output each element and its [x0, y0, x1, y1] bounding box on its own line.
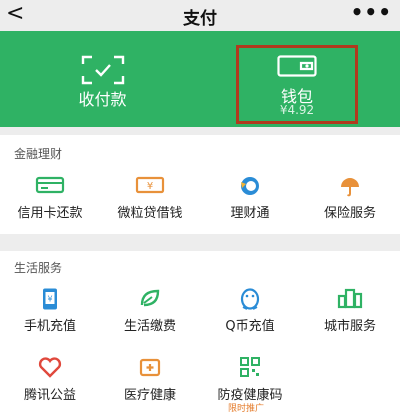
mobile-topup-label: 手机充值 — [23, 319, 76, 334]
wealth-icon — [241, 177, 259, 195]
life-section-title: 生活服务 — [14, 261, 63, 275]
finance-section: 金融理财 信用卡还款 ¥ 微粒贷借钱 理财通 保险服务 — [0, 135, 400, 234]
weili-loan-button[interactable]: ¥ 微粒贷借钱 — [100, 175, 200, 225]
credit-card-repay-button[interactable]: 信用卡还款 — [0, 175, 100, 225]
scan-icon — [81, 55, 124, 85]
phone-icon: ¥ — [43, 288, 57, 310]
tencent-charity-button[interactable]: 腾讯公益 — [0, 356, 100, 411]
tencent-charity-label: 腾讯公益 — [23, 388, 76, 403]
finance-section-title: 金融理财 — [14, 147, 63, 161]
top-nav-bar: < 支付 ••• — [0, 0, 400, 31]
receive-pay-label: 收付款 — [78, 90, 127, 109]
heart-icon — [38, 357, 62, 378]
credit-card-repay-label: 信用卡还款 — [17, 206, 83, 221]
umbrella-icon — [341, 178, 359, 197]
receive-pay-button[interactable]: 收付款 — [0, 31, 205, 127]
penguin-icon — [240, 288, 260, 310]
leaf-icon — [140, 289, 160, 307]
utility-payment-label: 生活缴费 — [123, 319, 176, 334]
life-services-section: 生活服务 ¥ 手机充值 生活缴费 Q币充值 城市服务 腾讯公益 医疗健康 防疫健… — [0, 251, 400, 413]
licaitong-label: 理财通 — [230, 206, 270, 221]
page-title: 支付 — [183, 9, 217, 29]
qcoin-topup-button[interactable]: Q币充值 — [200, 287, 300, 342]
promo-tag: 限时推广 — [228, 404, 265, 413]
weili-loan-label: 微粒贷借钱 — [117, 206, 183, 221]
utility-payment-button[interactable]: 生活缴费 — [100, 287, 200, 342]
medical-icon — [139, 358, 161, 377]
mobile-topup-button[interactable]: ¥ 手机充值 — [0, 287, 100, 342]
svg-text:¥: ¥ — [147, 181, 153, 192]
more-menu-button[interactable]: ••• — [351, 0, 392, 24]
insurance-label: 保险服务 — [323, 206, 376, 221]
svg-text:¥: ¥ — [47, 295, 52, 304]
medical-health-label: 医疗健康 — [123, 388, 176, 403]
city-services-button[interactable]: 城市服务 — [300, 287, 400, 342]
licaitong-button[interactable]: 理财通 — [200, 175, 300, 225]
city-icon — [337, 288, 363, 309]
qr-icon — [240, 357, 260, 377]
insurance-button[interactable]: 保险服务 — [300, 175, 400, 225]
qcoin-topup-label: Q币充值 — [225, 319, 275, 334]
city-services-label: 城市服务 — [323, 319, 376, 334]
credit-card-icon — [35, 176, 65, 194]
wallet-highlight-box — [236, 45, 358, 124]
medical-health-button[interactable]: 医疗健康 — [100, 356, 200, 411]
cash-icon: ¥ — [135, 176, 165, 194]
